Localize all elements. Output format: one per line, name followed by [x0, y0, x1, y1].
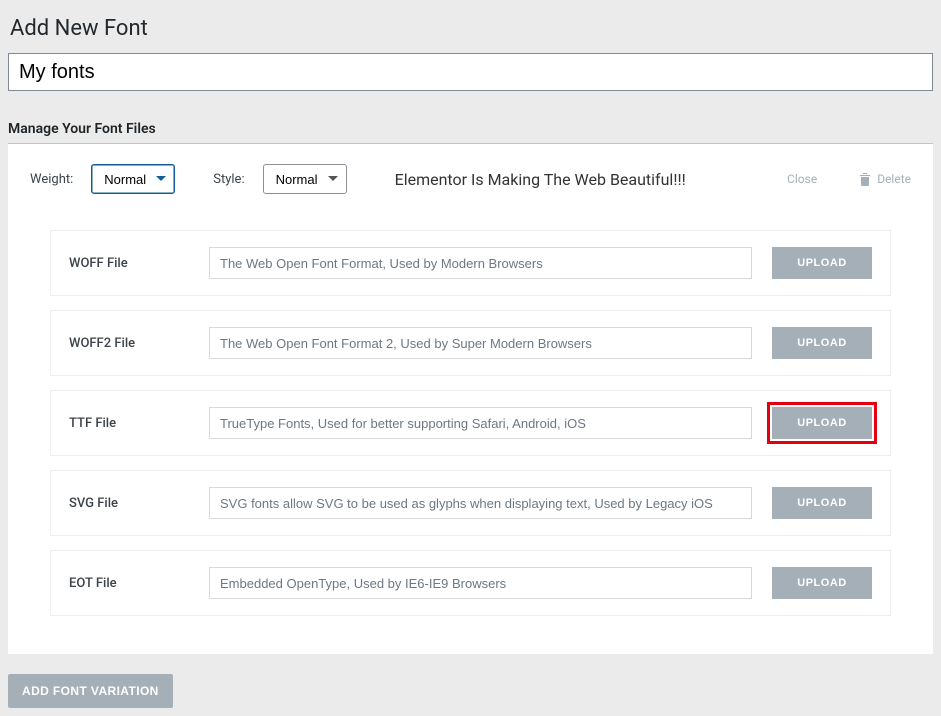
- add-font-variation-button[interactable]: ADD FONT VARIATION: [8, 674, 173, 708]
- upload-button[interactable]: UPLOAD: [772, 407, 872, 439]
- section-title: Manage Your Font Files: [8, 121, 933, 144]
- delete-label: Delete: [877, 172, 911, 186]
- style-select[interactable]: Normal: [263, 164, 347, 194]
- upload-button[interactable]: UPLOAD: [772, 327, 872, 359]
- file-row: WOFF File UPLOAD: [50, 230, 891, 296]
- file-row: TTF File UPLOAD: [50, 390, 891, 456]
- weight-select[interactable]: Normal: [91, 164, 175, 194]
- file-type-label: TTF File: [69, 416, 189, 431]
- file-type-label: WOFF2 File: [69, 336, 189, 351]
- page-title: Add New Font: [8, 8, 933, 53]
- font-variation-box: Weight: Normal Style: Normal Elementor I…: [8, 144, 933, 654]
- variation-header: Weight: Normal Style: Normal Elementor I…: [8, 144, 933, 214]
- file-row: EOT File UPLOAD: [50, 550, 891, 616]
- close-label: Close: [787, 172, 817, 186]
- font-name-input[interactable]: [8, 53, 933, 91]
- file-type-label: WOFF File: [69, 256, 189, 271]
- trash-icon: [859, 172, 871, 186]
- file-row: SVG File UPLOAD: [50, 470, 891, 536]
- file-row: WOFF2 File UPLOAD: [50, 310, 891, 376]
- file-path-input[interactable]: [209, 567, 752, 599]
- file-path-input[interactable]: [209, 327, 752, 359]
- upload-button[interactable]: UPLOAD: [772, 567, 872, 599]
- delete-button[interactable]: Delete: [859, 172, 911, 186]
- file-path-input[interactable]: [209, 407, 752, 439]
- close-button[interactable]: Close: [787, 172, 817, 186]
- upload-button[interactable]: UPLOAD: [772, 247, 872, 279]
- file-type-label: EOT File: [69, 576, 189, 591]
- style-label: Style:: [213, 172, 244, 187]
- file-path-input[interactable]: [209, 247, 752, 279]
- upload-button[interactable]: UPLOAD: [772, 487, 872, 519]
- file-type-label: SVG File: [69, 496, 189, 511]
- font-preview-text: Elementor Is Making The Web Beautiful!!!: [395, 170, 769, 189]
- file-path-input[interactable]: [209, 487, 752, 519]
- weight-label: Weight:: [30, 172, 73, 187]
- font-files-section: WOFF File UPLOAD WOFF2 File UPLOAD TTF File U…: [8, 214, 933, 654]
